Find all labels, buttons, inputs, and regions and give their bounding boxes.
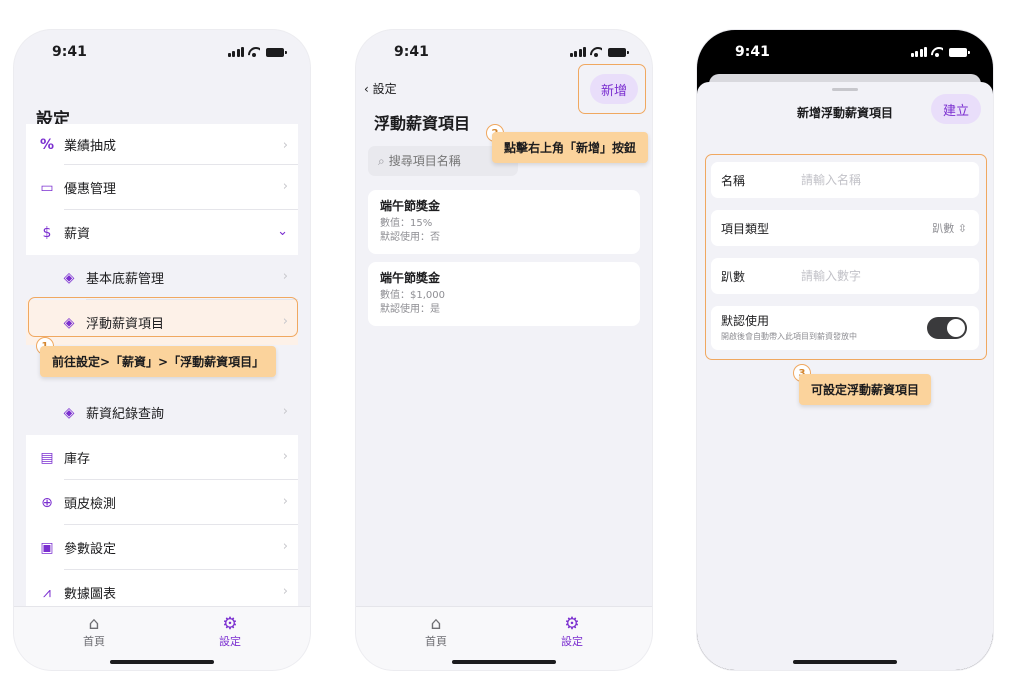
settings-item-discount[interactable]: ▭ 優惠管理 › (26, 165, 298, 210)
salary-icon: $ (42, 224, 52, 241)
tab-label: 設定 (219, 635, 241, 648)
tab-home[interactable]: ⌂ 首頁 (64, 615, 124, 649)
settings-item-label: 頭皮檢測 (64, 497, 117, 512)
signal-icon (910, 47, 927, 57)
chart-icon: ⩘ (43, 584, 51, 601)
diamond-icon: ◈ (63, 404, 75, 421)
tab-settings[interactable]: ⚙ 設定 (542, 615, 602, 649)
settings-item-scalp-test[interactable]: ⊕ 頭皮檢測 › (26, 480, 298, 525)
chevron-down-icon: ⌄ (277, 224, 288, 239)
battery-icon (266, 47, 287, 57)
status-bar: 9:41 (14, 30, 310, 74)
chevron-right-icon: › (282, 449, 288, 464)
chevron-right-icon: › (282, 404, 288, 419)
battery-icon (949, 47, 970, 57)
item-value: 數值：$1,000 (380, 290, 445, 301)
signal-icon (227, 47, 244, 57)
tab-home[interactable]: ⌂ 首頁 (406, 615, 466, 649)
diamond-icon: ◈ (63, 269, 75, 286)
highlight-add-button (578, 64, 646, 114)
item-title: 端午節獎金 (380, 271, 441, 285)
settings-item-salary[interactable]: $ 薪資 ⌄ (26, 210, 298, 255)
settings-item-label: 參數設定 (64, 542, 117, 557)
settings-item-base-salary[interactable]: ◈ 基本底薪管理 › (26, 255, 298, 300)
tab-bar: ⌂ 首頁 ⚙ 設定 (14, 606, 310, 670)
signal-icon (569, 47, 586, 57)
settings-item-label: 庫存 (64, 452, 91, 467)
wifi-icon (590, 47, 602, 57)
back-button[interactable]: ‹ 設定 (364, 80, 397, 97)
ticket-icon: ▭ (40, 179, 54, 196)
settings-item-commission[interactable]: % 業績抽成 › (26, 124, 298, 165)
create-sheet: 新增浮動薪資項目 建立 名稱 項目類型 趴數 ⇳ 趴數 默認使用 開啟後會自動帶… (697, 82, 993, 670)
highlight-form (705, 154, 987, 360)
settings-item-salary-records[interactable]: ◈ 薪資紀錄查詢 › (26, 390, 298, 435)
settings-item-params[interactable]: ▣ 參數設定 › (26, 525, 298, 570)
settings-item-label: 優惠管理 (64, 182, 117, 197)
status-time: 9:41 (394, 44, 429, 60)
settings-item-inventory[interactable]: ▤ 庫存 › (26, 435, 298, 480)
settings-item-label: 薪資紀錄查詢 (86, 407, 165, 422)
status-bar: 9:41 (697, 30, 993, 74)
step-tip: 前往設定>「薪資」>「浮動薪資項目」 (40, 346, 277, 377)
status-time: 9:41 (735, 44, 770, 60)
item-title: 端午節獎金 (380, 199, 441, 213)
step-tip: 可設定浮動薪資項目 (799, 374, 932, 405)
chevron-right-icon: › (282, 539, 288, 554)
search-icon: ⌕ (378, 153, 385, 168)
list-item[interactable]: 端午節獎金 數值：15% 默認使用：否 (368, 190, 640, 254)
list-phone: 9:41 ‹ 設定 新增 浮動薪資項目 ⌕ 2 點擊右上角「新增」按鈕 端午節獎… (356, 30, 652, 670)
step-tip: 點擊右上角「新增」按鈕 (492, 132, 649, 163)
tab-label: 設定 (561, 635, 583, 648)
percent-icon: % (39, 136, 55, 153)
home-indicator (110, 660, 214, 664)
battery-icon (608, 47, 629, 57)
create-phone: 9:41 新增浮動薪資項目 建立 名稱 項目類型 趴數 ⇳ 趴數 默認使用 (697, 30, 993, 670)
tab-settings[interactable]: ⚙ 設定 (200, 615, 260, 649)
settings-item-label: 基本底薪管理 (86, 272, 165, 287)
gear-icon: ⚙ (564, 614, 580, 634)
params-icon: ▣ (40, 539, 54, 556)
item-value: 數值：15% (380, 218, 433, 229)
search-input[interactable] (388, 154, 499, 168)
tab-bar: ⌂ 首頁 ⚙ 設定 (356, 606, 652, 670)
chevron-left-icon: ‹ (364, 82, 369, 96)
house-icon: ⌂ (430, 614, 442, 634)
create-button[interactable]: 建立 (931, 94, 981, 124)
tab-label: 首頁 (83, 635, 105, 648)
house-icon: ⌂ (88, 614, 100, 634)
sheet-grabber[interactable] (832, 88, 858, 91)
chevron-right-icon: › (282, 138, 288, 153)
chevron-right-icon: › (282, 584, 288, 599)
back-label: 設定 (372, 82, 397, 96)
chevron-right-icon: › (282, 269, 288, 284)
settings-item-label: 薪資 (64, 227, 91, 242)
archive-icon: ▤ (40, 449, 54, 466)
item-default: 默認使用：否 (380, 232, 440, 243)
magnifier-icon: ⊕ (41, 494, 53, 511)
home-indicator (793, 660, 897, 664)
wifi-icon (931, 47, 943, 57)
tab-label: 首頁 (425, 635, 447, 648)
page-title: 浮動薪資項目 (374, 114, 471, 133)
home-indicator (452, 660, 556, 664)
status-time: 9:41 (52, 44, 87, 60)
list-item[interactable]: 端午節獎金 數值：$1,000 默認使用：是 (368, 262, 640, 326)
settings-item-label: 業績抽成 (64, 139, 117, 154)
wifi-icon (248, 47, 260, 57)
highlight-floating-salary (28, 297, 298, 337)
settings-item-label: 數據圖表 (64, 587, 117, 602)
settings-phone: 9:41 設定 % 業績抽成 › ▭ 優惠管理 › $ 薪資 ⌄ ◈ 基本底薪管… (14, 30, 310, 670)
chevron-right-icon: › (282, 179, 288, 194)
chevron-right-icon: › (282, 494, 288, 509)
item-default: 默認使用：是 (380, 304, 440, 315)
gear-icon: ⚙ (222, 614, 238, 634)
